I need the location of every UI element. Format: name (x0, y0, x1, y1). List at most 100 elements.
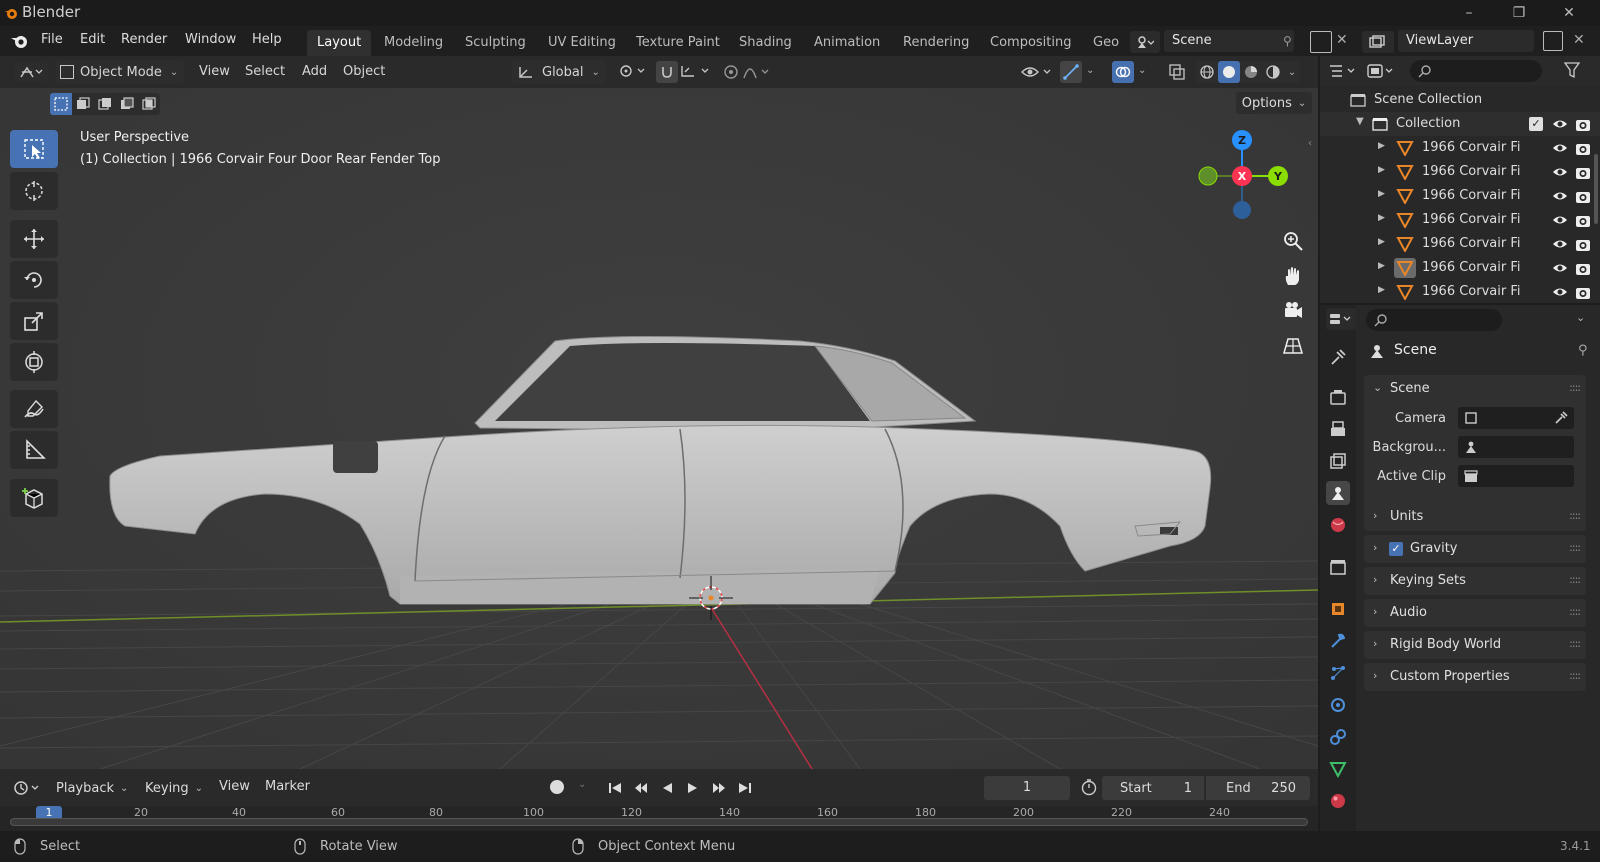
tab-sculpting[interactable]: Sculpting (455, 30, 536, 56)
physics-tab-icon[interactable] (1326, 693, 1350, 717)
select-invert-icon[interactable] (116, 93, 138, 115)
tab-uv-editing[interactable]: UV Editing (538, 30, 626, 56)
jump-to-end-icon[interactable] (734, 777, 756, 799)
outliner-object-row[interactable]: ▶ 1966 Corvair Fi (1320, 136, 1600, 160)
y-axis-button[interactable]: Y (1268, 166, 1288, 186)
overlays-toggle-icon[interactable] (1112, 61, 1134, 83)
select-intersect-icon[interactable] (138, 93, 160, 115)
expand-arrow-icon[interactable]: ▶ (1378, 237, 1385, 247)
material-preview-shading-icon[interactable] (1240, 61, 1262, 83)
editor-type-icon[interactable] (14, 62, 48, 82)
timeline-marker-menu[interactable]: Marker (265, 779, 310, 794)
view-layer-tab-icon[interactable] (1326, 449, 1350, 473)
custom-properties-panel[interactable]: › Custom Properties :::: (1364, 663, 1586, 691)
outliner-scene-collection[interactable]: Scene Collection (1320, 88, 1600, 112)
tab-rendering[interactable]: Rendering (893, 30, 979, 56)
transform-orientation-dropdown[interactable]: Global ⌄ (512, 60, 606, 84)
properties-editor-type-icon[interactable] (1326, 308, 1356, 330)
wireframe-shading-icon[interactable] (1196, 61, 1218, 83)
expand-arrow-icon[interactable]: ▶ (1378, 213, 1385, 223)
maximize-button[interactable]: ❐ (1496, 0, 1542, 26)
blender-menu-icon[interactable] (10, 32, 30, 50)
measure-tool[interactable] (10, 431, 58, 469)
units-panel[interactable]: › Units :::: (1364, 503, 1586, 531)
select-box-tool[interactable] (10, 130, 58, 168)
outliner-object-row[interactable]: ▶ 1966 Corvair Fi (1320, 208, 1600, 232)
scale-tool[interactable] (10, 302, 58, 340)
object-mode-dropdown[interactable]: Object Mode ⌄ (56, 60, 184, 84)
exclude-checkbox[interactable]: ✓ (1529, 117, 1543, 131)
outliner-object-row-active[interactable]: ▶ 1966 Corvair Fi (1320, 256, 1600, 280)
pan-hand-icon[interactable] (1278, 261, 1308, 291)
particles-tab-icon[interactable] (1326, 661, 1350, 685)
tab-shading[interactable]: Shading (729, 30, 802, 56)
constraints-tab-icon[interactable] (1326, 725, 1350, 749)
menu-view[interactable]: View (199, 61, 230, 83)
view-layer-icon[interactable] (1362, 31, 1394, 53)
outliner-search-input[interactable] (1410, 60, 1542, 82)
menu-help[interactable]: Help (252, 32, 282, 47)
playback-menu[interactable]: Playback ⌄ (56, 777, 128, 799)
expand-arrow-icon[interactable]: ▶ (1378, 165, 1385, 175)
new-view-layer-icon[interactable] (1543, 31, 1563, 51)
zoom-icon[interactable] (1278, 226, 1308, 256)
gravity-checkbox[interactable]: ✓ (1389, 542, 1403, 556)
stopwatch-icon[interactable] (1080, 778, 1098, 796)
proportional-edit-icon[interactable] (722, 63, 774, 81)
scene-selector-icon[interactable] (1130, 31, 1160, 53)
visibility-selectability-icon[interactable] (1020, 63, 1056, 81)
xray-toggle-icon[interactable] (1168, 63, 1186, 81)
filter-icon[interactable] (1564, 61, 1580, 79)
audio-panel[interactable]: › Audio :::: (1364, 599, 1586, 627)
background-scene-field[interactable] (1458, 436, 1574, 458)
select-extend-icon[interactable] (72, 93, 94, 115)
options-dropdown[interactable]: Options ⌄ (1236, 92, 1312, 114)
expand-arrow-icon[interactable]: ▶ (1378, 189, 1385, 199)
outliner-object-row[interactable]: ▶ 1966 Corvair Fi (1320, 232, 1600, 256)
object-tab-icon[interactable] (1326, 597, 1350, 621)
timeline-view-menu[interactable]: View (219, 779, 250, 794)
rigid-body-world-panel[interactable]: › Rigid Body World :::: (1364, 631, 1586, 659)
gizmo-toggle-icon[interactable] (1060, 61, 1082, 83)
chevron-down-icon[interactable]: ⌄ (1138, 65, 1146, 76)
drag-handle-icon[interactable]: :::: (1569, 541, 1581, 554)
sidebar-toggle-icon[interactable]: ‹ (1308, 138, 1312, 149)
3d-viewport[interactable]: Object Mode ⌄ View Select Add Object Glo… (0, 56, 1318, 769)
pin-scene-icon[interactable]: ⚲ (1283, 34, 1292, 48)
display-mode-icon[interactable] (1366, 62, 1398, 80)
z-axis-button[interactable]: Z (1232, 130, 1252, 150)
menu-select[interactable]: Select (245, 61, 285, 83)
view-layer-name-field[interactable]: ViewLayer (1398, 30, 1534, 52)
world-tab-icon[interactable] (1326, 513, 1350, 537)
expand-arrow-icon[interactable]: ▶ (1378, 261, 1385, 271)
minimize-button[interactable]: – (1446, 0, 1492, 26)
delete-scene-icon[interactable]: ✕ (1336, 32, 1348, 48)
tab-animation[interactable]: Animation (804, 30, 890, 56)
outliner-object-row[interactable]: ▶ 1966 Corvair Fi (1320, 184, 1600, 208)
tool-tab-icon[interactable] (1326, 345, 1350, 369)
collection-tab-icon[interactable] (1326, 555, 1350, 579)
move-tool[interactable] (10, 220, 58, 258)
menu-file[interactable]: File (41, 32, 63, 47)
solid-shading-icon[interactable] (1218, 61, 1240, 83)
output-tab-icon[interactable] (1326, 417, 1350, 441)
jump-to-start-icon[interactable] (604, 777, 626, 799)
menu-render[interactable]: Render (121, 32, 167, 47)
scene-name-field[interactable]: Scene (1164, 30, 1294, 52)
outliner-collection-row[interactable]: ▼ Collection ✓ (1320, 112, 1600, 136)
perspective-toggle-icon[interactable] (1278, 331, 1308, 361)
drag-handle-icon[interactable]: :::: (1569, 669, 1581, 682)
pivot-point-icon[interactable] (618, 62, 650, 80)
chevron-down-icon[interactable]: ⌄ (578, 779, 586, 790)
drag-handle-icon[interactable]: :::: (1569, 381, 1581, 394)
annotate-tool[interactable] (10, 390, 58, 428)
tab-geometry-nodes[interactable]: Geo (1083, 30, 1129, 56)
pin-icon[interactable]: ⚲ (1578, 343, 1588, 358)
timeline-editor-type-icon[interactable] (10, 778, 44, 798)
outliner-editor-type-icon[interactable] (1328, 62, 1360, 80)
select-new-icon[interactable] (50, 93, 72, 115)
outliner-scrollbar[interactable] (1594, 154, 1598, 224)
drag-handle-icon[interactable]: :::: (1569, 605, 1581, 618)
data-tab-icon[interactable] (1326, 757, 1350, 781)
tab-compositing[interactable]: Compositing (980, 30, 1082, 56)
